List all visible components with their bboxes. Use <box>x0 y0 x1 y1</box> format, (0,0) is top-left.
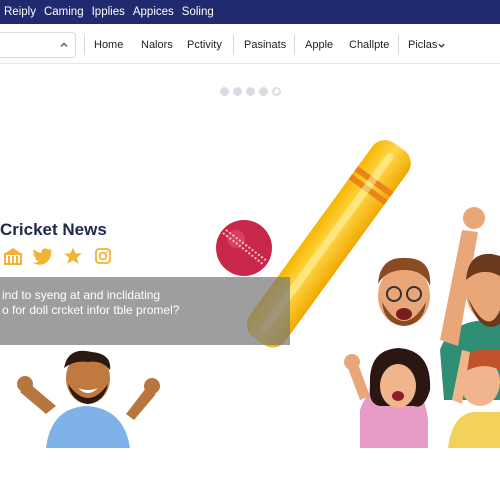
building-icon[interactable] <box>2 246 24 266</box>
chevron-down-icon[interactable] <box>437 41 446 50</box>
social-icons <box>2 246 114 266</box>
page-title: Cricket News <box>0 220 107 239</box>
topbar-link-ipplies[interactable]: Ipplies <box>92 6 125 18</box>
cheering-man-illustration <box>17 350 160 448</box>
hero-banner: ind to syeng at and inclidating o for do… <box>0 277 290 345</box>
nav-divider <box>294 35 295 55</box>
cheering-fans-illustration <box>344 207 500 448</box>
carousel-dot[interactable] <box>220 87 229 96</box>
banner-text-line: o for doll crcket infor tble promel? <box>2 303 180 317</box>
carousel-dot[interactable] <box>233 87 242 96</box>
nav-item-piclas[interactable]: Piclas <box>408 39 437 51</box>
carousel-dot[interactable] <box>246 87 255 96</box>
carousel-dot[interactable] <box>272 87 281 96</box>
twitter-icon[interactable] <box>32 246 54 266</box>
star-icon[interactable] <box>62 246 84 266</box>
nav-item-pctivity[interactable]: Pctivity <box>187 39 222 51</box>
banner-text-line: ind to syeng at and inclidating <box>2 288 161 302</box>
nav-item-challpte[interactable]: Challpte <box>349 39 389 51</box>
chevron-up-icon <box>60 42 68 47</box>
page-footer-space <box>0 448 500 500</box>
topbar-link-soling[interactable]: Soling <box>182 6 214 18</box>
nav-divider <box>398 35 399 55</box>
topbar-link-caming[interactable]: Caming <box>44 6 84 18</box>
nav-divider <box>233 35 234 55</box>
search-input[interactable] <box>0 32 76 58</box>
topbar-link-appices[interactable]: Appices <box>133 6 174 18</box>
nav-item-pasinats[interactable]: Pasinats <box>244 39 286 51</box>
nav-item-nalors[interactable]: Nalors <box>141 39 173 51</box>
nav-divider <box>84 35 85 55</box>
main-nav: Home Nalors Pctivity Pasinats Apple Chal… <box>0 26 500 64</box>
cricket-ball-illustration <box>216 220 272 276</box>
topbar-link-reiply[interactable]: Reiply <box>4 6 36 18</box>
carousel-dots <box>220 87 281 96</box>
instagram-icon[interactable] <box>92 246 114 266</box>
carousel-dot[interactable] <box>259 87 268 96</box>
nav-item-home[interactable]: Home <box>94 39 123 51</box>
nav-item-apple[interactable]: Apple <box>305 39 333 51</box>
top-bar: Reiply Caming Ipplies Appices Soling <box>0 0 500 24</box>
